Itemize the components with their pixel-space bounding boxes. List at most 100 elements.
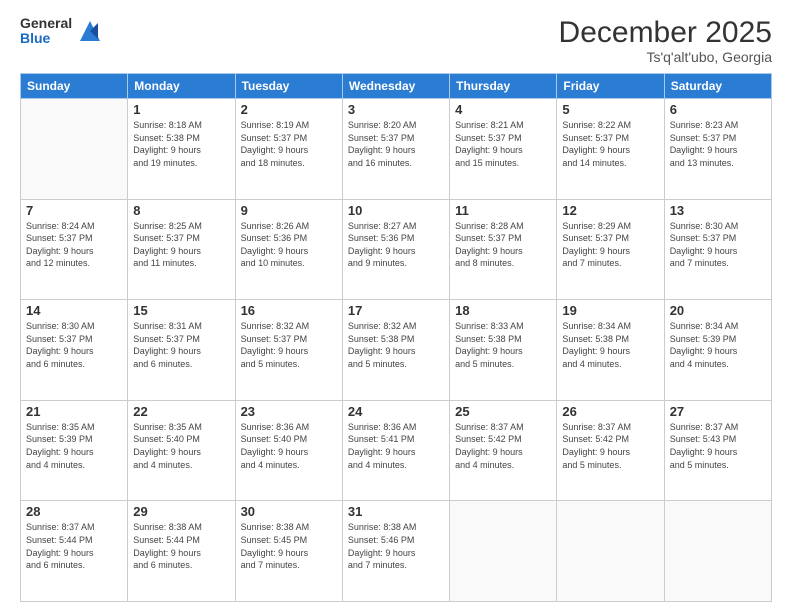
month-title: December 2025 [559, 16, 772, 49]
table-row [557, 501, 664, 602]
table-row: 5 Sunrise: 8:22 AM Sunset: 5:37 PM Daylig… [557, 99, 664, 200]
day-info: Sunrise: 8:32 AM Sunset: 5:37 PM Dayligh… [241, 320, 337, 370]
day-info: Sunrise: 8:26 AM Sunset: 5:36 PM Dayligh… [241, 220, 337, 270]
day-info: Sunrise: 8:27 AM Sunset: 5:36 PM Dayligh… [348, 220, 444, 270]
col-tuesday: Tuesday [235, 74, 342, 99]
header: General Blue December 2025 Ts'q'alt'ubo,… [20, 16, 772, 65]
table-row: 7Sunrise: 8:24 AM Sunset: 5:37 PM Daylig… [21, 199, 128, 300]
day-info: Sunrise: 8:38 AM Sunset: 5:45 PM Dayligh… [241, 521, 337, 571]
logo-general-text: General [20, 16, 72, 31]
day-info: Sunrise: 8:18 AM Sunset: 5:38 PM Dayligh… [133, 119, 229, 169]
day-info: Sunrise: 8:36 AM Sunset: 5:41 PM Dayligh… [348, 421, 444, 471]
day-number: 21 [26, 404, 122, 419]
day-info: Sunrise: 8:36 AM Sunset: 5:40 PM Dayligh… [241, 421, 337, 471]
col-wednesday: Wednesday [342, 74, 449, 99]
header-row: Sunday Monday Tuesday Wednesday Thursday… [21, 74, 772, 99]
table-row: 24 Sunrise: 8:36 AM Sunset: 5:41 PM Dayli… [342, 400, 449, 501]
day-info: Sunrise: 8:30 AM Sunset: 5:37 PM Dayligh… [26, 320, 122, 370]
day-number: 10 [348, 203, 444, 218]
table-row: 12 Sunrise: 8:29 AM Sunset: 5:37 PM Dayli… [557, 199, 664, 300]
calendar-row: 1 Sunrise: 8:18 AM Sunset: 5:38 PM Daylig… [21, 99, 772, 200]
calendar-body: 1 Sunrise: 8:18 AM Sunset: 5:38 PM Daylig… [21, 99, 772, 602]
table-row: 16Sunrise: 8:32 AM Sunset: 5:37 PM Dayli… [235, 300, 342, 401]
table-row: 3Sunrise: 8:20 AM Sunset: 5:37 PM Daylig… [342, 99, 449, 200]
calendar-row: 7Sunrise: 8:24 AM Sunset: 5:37 PM Daylig… [21, 199, 772, 300]
table-row: 17Sunrise: 8:32 AM Sunset: 5:38 PM Dayli… [342, 300, 449, 401]
table-row: 30Sunrise: 8:38 AM Sunset: 5:45 PM Dayli… [235, 501, 342, 602]
day-info: Sunrise: 8:37 AM Sunset: 5:44 PM Dayligh… [26, 521, 122, 571]
logo-icon [76, 17, 104, 45]
table-row: 1 Sunrise: 8:18 AM Sunset: 5:38 PM Daylig… [128, 99, 235, 200]
page: General Blue December 2025 Ts'q'alt'ubo,… [0, 0, 792, 612]
day-number: 23 [241, 404, 337, 419]
table-row: 10 Sunrise: 8:27 AM Sunset: 5:36 PM Dayli… [342, 199, 449, 300]
day-info: Sunrise: 8:31 AM Sunset: 5:37 PM Dayligh… [133, 320, 229, 370]
day-number: 8 [133, 203, 229, 218]
day-info: Sunrise: 8:29 AM Sunset: 5:37 PM Dayligh… [562, 220, 658, 270]
day-info: Sunrise: 8:35 AM Sunset: 5:40 PM Dayligh… [133, 421, 229, 471]
day-number: 11 [455, 203, 551, 218]
day-number: 31 [348, 504, 444, 519]
day-number: 6 [670, 102, 766, 117]
day-info: Sunrise: 8:22 AM Sunset: 5:37 PM Dayligh… [562, 119, 658, 169]
day-info: Sunrise: 8:37 AM Sunset: 5:43 PM Dayligh… [670, 421, 766, 471]
calendar-row: 21 Sunrise: 8:35 AM Sunset: 5:39 PM Dayli… [21, 400, 772, 501]
table-row: 28 Sunrise: 8:37 AM Sunset: 5:44 PM Dayli… [21, 501, 128, 602]
col-sunday: Sunday [21, 74, 128, 99]
day-info: Sunrise: 8:28 AM Sunset: 5:37 PM Dayligh… [455, 220, 551, 270]
table-row: 26Sunrise: 8:37 AM Sunset: 5:42 PM Dayli… [557, 400, 664, 501]
table-row: 20Sunrise: 8:34 AM Sunset: 5:39 PM Dayli… [664, 300, 771, 401]
table-row: 31 Sunrise: 8:38 AM Sunset: 5:46 PM Dayli… [342, 501, 449, 602]
col-saturday: Saturday [664, 74, 771, 99]
table-row: 27 Sunrise: 8:37 AM Sunset: 5:43 PM Dayli… [664, 400, 771, 501]
table-row [450, 501, 557, 602]
day-info: Sunrise: 8:34 AM Sunset: 5:39 PM Dayligh… [670, 320, 766, 370]
day-info: Sunrise: 8:34 AM Sunset: 5:38 PM Dayligh… [562, 320, 658, 370]
day-number: 26 [562, 404, 658, 419]
day-number: 5 [562, 102, 658, 117]
day-info: Sunrise: 8:35 AM Sunset: 5:39 PM Dayligh… [26, 421, 122, 471]
table-row: 6 Sunrise: 8:23 AM Sunset: 5:37 PM Daylig… [664, 99, 771, 200]
table-row: 11 Sunrise: 8:28 AM Sunset: 5:37 PM Dayli… [450, 199, 557, 300]
day-number: 24 [348, 404, 444, 419]
day-number: 19 [562, 303, 658, 318]
calendar-row: 14 Sunrise: 8:30 AM Sunset: 5:37 PM Dayli… [21, 300, 772, 401]
day-number: 7 [26, 203, 122, 218]
table-row: 9 Sunrise: 8:26 AM Sunset: 5:36 PM Daylig… [235, 199, 342, 300]
table-row: 2Sunrise: 8:19 AM Sunset: 5:37 PM Daylig… [235, 99, 342, 200]
day-number: 9 [241, 203, 337, 218]
table-row: 14 Sunrise: 8:30 AM Sunset: 5:37 PM Dayli… [21, 300, 128, 401]
table-row: 22 Sunrise: 8:35 AM Sunset: 5:40 PM Dayli… [128, 400, 235, 501]
day-number: 28 [26, 504, 122, 519]
table-row: 29 Sunrise: 8:38 AM Sunset: 5:44 PM Dayli… [128, 501, 235, 602]
day-number: 27 [670, 404, 766, 419]
table-row: 19 Sunrise: 8:34 AM Sunset: 5:38 PM Dayli… [557, 300, 664, 401]
logo: General Blue [20, 16, 104, 47]
day-info: Sunrise: 8:20 AM Sunset: 5:37 PM Dayligh… [348, 119, 444, 169]
day-info: Sunrise: 8:38 AM Sunset: 5:46 PM Dayligh… [348, 521, 444, 571]
table-row: 4Sunrise: 8:21 AM Sunset: 5:37 PM Daylig… [450, 99, 557, 200]
day-number: 12 [562, 203, 658, 218]
day-number: 1 [133, 102, 229, 117]
day-number: 4 [455, 102, 551, 117]
col-monday: Monday [128, 74, 235, 99]
day-number: 18 [455, 303, 551, 318]
day-number: 15 [133, 303, 229, 318]
day-info: Sunrise: 8:25 AM Sunset: 5:37 PM Dayligh… [133, 220, 229, 270]
col-friday: Friday [557, 74, 664, 99]
day-info: Sunrise: 8:37 AM Sunset: 5:42 PM Dayligh… [455, 421, 551, 471]
table-row: 8 Sunrise: 8:25 AM Sunset: 5:37 PM Daylig… [128, 199, 235, 300]
day-number: 13 [670, 203, 766, 218]
day-number: 14 [26, 303, 122, 318]
day-info: Sunrise: 8:23 AM Sunset: 5:37 PM Dayligh… [670, 119, 766, 169]
location: Ts'q'alt'ubo, Georgia [559, 49, 772, 65]
day-number: 29 [133, 504, 229, 519]
table-row: 21 Sunrise: 8:35 AM Sunset: 5:39 PM Dayli… [21, 400, 128, 501]
table-row: 18Sunrise: 8:33 AM Sunset: 5:38 PM Dayli… [450, 300, 557, 401]
day-info: Sunrise: 8:30 AM Sunset: 5:37 PM Dayligh… [670, 220, 766, 270]
day-number: 25 [455, 404, 551, 419]
day-number: 22 [133, 404, 229, 419]
day-info: Sunrise: 8:38 AM Sunset: 5:44 PM Dayligh… [133, 521, 229, 571]
logo-blue-text: Blue [20, 31, 72, 46]
day-info: Sunrise: 8:32 AM Sunset: 5:38 PM Dayligh… [348, 320, 444, 370]
